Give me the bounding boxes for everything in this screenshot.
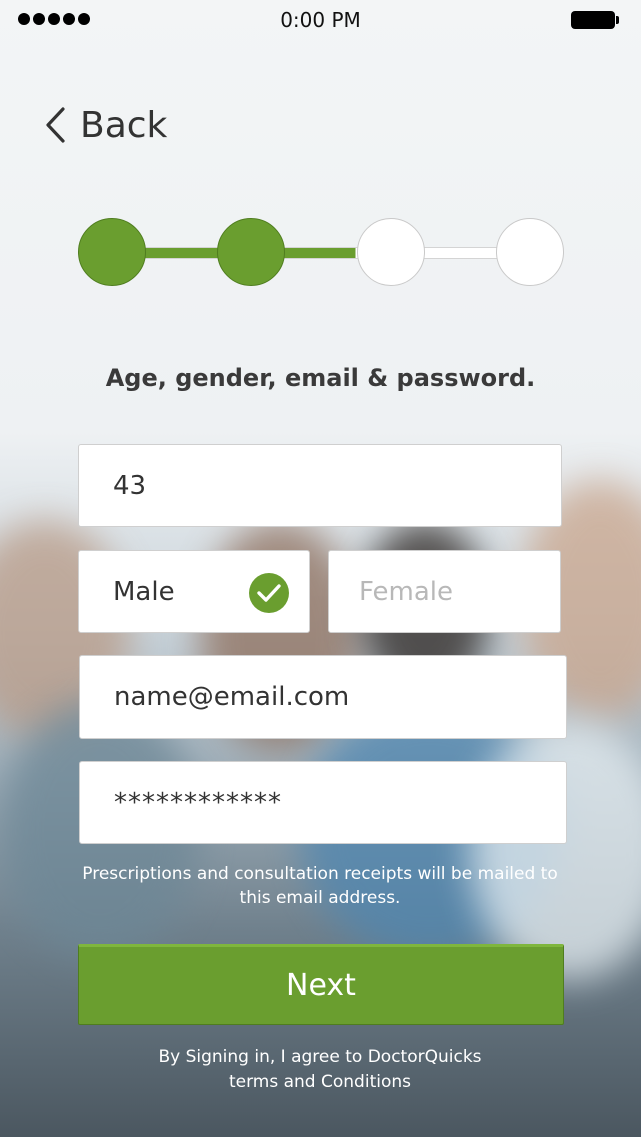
step-1-indicator xyxy=(78,218,146,286)
step-2-indicator xyxy=(217,218,286,286)
male-label: Male xyxy=(113,576,175,607)
terms-text: By Signing in, I agree to DoctorQuicks t… xyxy=(80,1045,560,1095)
age-input[interactable] xyxy=(79,445,561,526)
female-label: Female xyxy=(359,576,454,607)
email-input[interactable] xyxy=(80,656,566,738)
gender-male-option[interactable]: Male xyxy=(78,550,310,633)
email-field[interactable] xyxy=(79,655,567,739)
gender-female-option[interactable]: Female xyxy=(328,550,561,633)
password-field[interactable] xyxy=(79,761,567,844)
progress-stepper xyxy=(78,218,564,288)
back-button[interactable]: Back xyxy=(44,100,167,150)
terms-and-conditions-link[interactable]: terms and Conditions xyxy=(80,1070,560,1095)
check-circle-icon xyxy=(249,573,289,613)
battery-icon xyxy=(571,11,619,29)
terms-line-1: By Signing in, I agree to DoctorQuicks xyxy=(158,1047,482,1067)
form-subtitle: Age, gender, email & password. xyxy=(105,364,536,392)
step-4-indicator xyxy=(496,218,564,286)
password-input[interactable] xyxy=(80,762,566,843)
status-bar: 0:00 PM xyxy=(0,0,641,40)
email-note: Prescriptions and consultation receipts … xyxy=(82,864,558,908)
age-field[interactable] xyxy=(78,444,562,527)
status-time: 0:00 PM xyxy=(280,8,361,32)
back-label: Back xyxy=(80,104,168,146)
chevron-left-icon xyxy=(46,107,65,143)
step-3-indicator xyxy=(356,218,425,286)
next-button[interactable]: Next xyxy=(78,944,564,1025)
